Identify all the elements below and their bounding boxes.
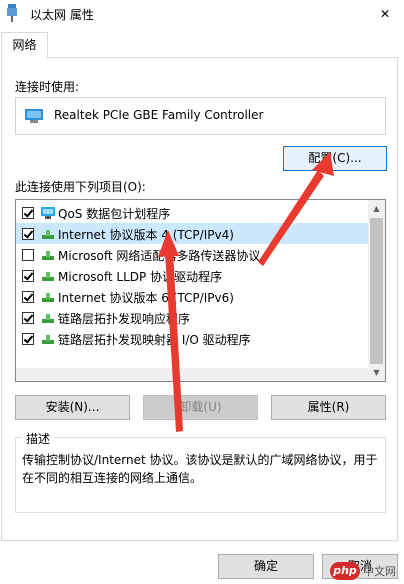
item-label: 链路层拓扑发现映射器 I/O 驱动程序 — [58, 333, 251, 347]
protocol-icon — [42, 314, 54, 323]
close-button[interactable]: ✕ — [372, 2, 398, 26]
title-bar: 以太网 属性 ✕ — [0, 0, 404, 30]
item-checkbox[interactable] — [22, 270, 34, 282]
protocol-icon — [42, 230, 54, 239]
item-label: QoS 数据包计划程序 — [58, 207, 171, 221]
list-item[interactable]: Internet 协议版本 6 (TCP/IPv6) — [16, 286, 368, 307]
list-item[interactable]: QoS 数据包计划程序 — [16, 202, 368, 223]
item-label: Internet 协议版本 4 (TCP/IPv4) — [58, 228, 234, 242]
uninstall-button[interactable]: 卸载(U) — [143, 395, 258, 420]
watermark-text: 中文网 — [363, 565, 396, 578]
item-label: Internet 协议版本 6 (TCP/IPv6) — [58, 291, 234, 305]
protocol-icon — [42, 251, 54, 260]
item-checkbox[interactable] — [22, 228, 34, 240]
install-button[interactable]: 安装(N)... — [15, 395, 130, 420]
watermark-logo: php — [330, 562, 360, 580]
horizontal-scrollbar[interactable] — [16, 368, 368, 381]
items-list[interactable]: QoS 数据包计划程序 Internet 协议版本 4 (TCP/IPv4) M… — [15, 199, 386, 382]
item-label: Microsoft 网络适配器多路传送器协议 — [58, 249, 261, 263]
ok-button[interactable]: 确定 — [218, 554, 314, 579]
item-checkbox[interactable] — [22, 291, 34, 303]
item-checkbox[interactable] — [22, 333, 34, 345]
items-label: 此连接使用下列项目(O): — [15, 180, 146, 194]
configure-button[interactable]: 配置(C)... — [283, 146, 387, 171]
list-item[interactable]: 链路层拓扑发现映射器 I/O 驱动程序 — [16, 328, 368, 349]
qos-icon — [41, 207, 55, 219]
item-checkbox[interactable] — [22, 312, 34, 324]
item-label: Microsoft LLDP 协议驱动程序 — [58, 270, 223, 284]
adapter-box: Realtek PCIe GBE Family Controller — [15, 97, 386, 135]
close-icon: ✕ — [379, 7, 391, 21]
protocol-icon — [42, 293, 54, 302]
list-item[interactable]: Microsoft LLDP 协议驱动程序 — [16, 265, 368, 286]
item-checkbox[interactable] — [22, 207, 34, 219]
scroll-down-icon[interactable]: ▼ — [368, 364, 385, 381]
item-checkbox[interactable] — [22, 249, 34, 261]
description-title: 描述 — [22, 430, 55, 447]
watermark: php 中文网 — [330, 560, 402, 582]
list-item[interactable]: 链路层拓扑发现响应程序 — [16, 307, 368, 328]
protocol-icon — [42, 272, 54, 281]
scroll-thumb[interactable] — [370, 218, 383, 364]
tab-network[interactable]: 网络 — [1, 32, 48, 58]
list-item[interactable]: Microsoft 网络适配器多路传送器协议 — [16, 244, 368, 265]
protocol-icon — [42, 335, 54, 344]
adapter-name: Realtek PCIe GBE Family Controller — [54, 108, 264, 122]
item-label: 链路层拓扑发现响应程序 — [58, 312, 191, 326]
network-adapter-icon — [7, 4, 17, 22]
connect-using-label: 连接时使用: — [15, 80, 80, 94]
network-card-icon — [25, 109, 43, 123]
list-scrollbar[interactable]: ▲ ▼ — [368, 200, 385, 381]
list-item[interactable]: Internet 协议版本 4 (TCP/IPv4) — [16, 223, 368, 244]
description-text: 传输控制协议/Internet 协议。该协议是默认的广域网络协议，用于在不同的相… — [22, 453, 378, 485]
properties-button[interactable]: 属性(R) — [271, 395, 386, 420]
window-title: 以太网 属性 — [30, 8, 94, 22]
scroll-up-icon[interactable]: ▲ — [368, 200, 385, 217]
